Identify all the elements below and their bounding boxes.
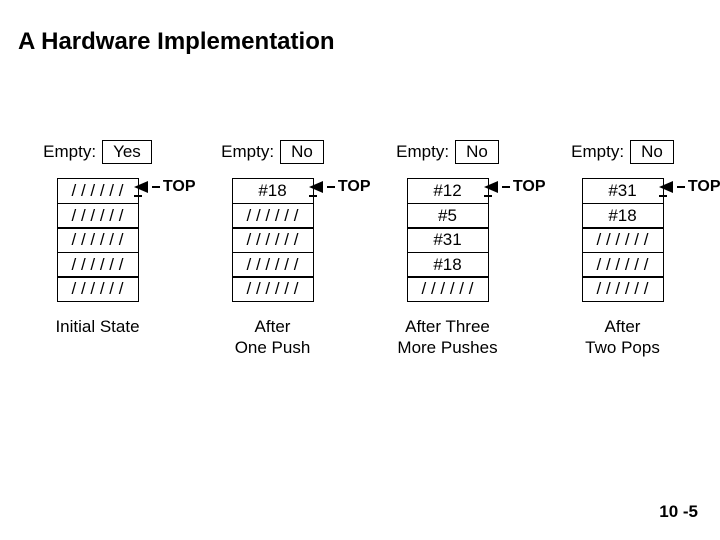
empty-label: Empty: [396, 142, 449, 162]
top-pointer: TOP [309, 178, 371, 196]
stack-cell: / / / / / / [57, 227, 139, 253]
stack-cell: #31 [582, 178, 664, 204]
empty-label: Empty: [571, 142, 624, 162]
stack-cell: / / / / / / [57, 276, 139, 302]
stack-cell: #31 [407, 227, 489, 253]
stack-cell: / / / / / / [232, 276, 314, 302]
empty-indicator: Empty: No [396, 140, 499, 164]
pointer-line [152, 186, 160, 188]
empty-label: Empty: [43, 142, 96, 162]
top-pointer: TOP [484, 178, 546, 196]
pointer-line [327, 186, 335, 188]
stack-cell: #18 [232, 178, 314, 204]
diagram-stage: Empty: Yes / / / / / / / / / / / / / / /… [0, 140, 720, 359]
pointer-line [677, 186, 685, 188]
stack-cell: / / / / / / [407, 276, 489, 302]
stack-cell: / / / / / / [57, 203, 139, 229]
empty-indicator: Empty: Yes [43, 140, 152, 164]
stack-cell: #18 [582, 203, 664, 229]
stack-cell: / / / / / / [57, 252, 139, 278]
empty-value: Yes [102, 140, 152, 164]
empty-value: No [280, 140, 324, 164]
stack-cell: / / / / / / [232, 203, 314, 229]
top-pointer: TOP [659, 178, 720, 196]
arrow-left-icon [134, 181, 148, 193]
stack-caption: After ThreeMore Pushes [397, 316, 497, 359]
top-label: TOP [688, 178, 720, 196]
stack-caption: AfterTwo Pops [585, 316, 660, 359]
empty-label: Empty: [221, 142, 274, 162]
stack-cell: #12 [407, 178, 489, 204]
page-title: A Hardware Implementation [18, 28, 335, 56]
stack-cell: #18 [407, 252, 489, 278]
slide-number: 10 -5 [659, 502, 698, 522]
stack-col-one-push: Empty: No #18 / / / / / / / / / / / / / … [189, 140, 357, 359]
stack-caption: AfterOne Push [235, 316, 311, 359]
stack-col-three-pushes: Empty: No #12 #5 #31 #18 / / / / / / TOP… [364, 140, 532, 359]
stack-cell: / / / / / / [582, 276, 664, 302]
stack-cell: / / / / / / [582, 227, 664, 253]
empty-indicator: Empty: No [221, 140, 324, 164]
pointer-line [502, 186, 510, 188]
stack-cell: / / / / / / [57, 178, 139, 204]
stack-cells: #31 #18 / / / / / / / / / / / / / / / / … [582, 178, 664, 302]
empty-value: No [455, 140, 499, 164]
stack-cell: #5 [407, 203, 489, 229]
empty-value: No [630, 140, 674, 164]
stack-cell: / / / / / / [232, 227, 314, 253]
stack-caption: Initial State [55, 316, 139, 337]
empty-indicator: Empty: No [571, 140, 674, 164]
stack-cell: / / / / / / [582, 252, 664, 278]
arrow-left-icon [659, 181, 673, 193]
top-pointer: TOP [134, 178, 196, 196]
arrow-left-icon [309, 181, 323, 193]
stack-cells: #18 / / / / / / / / / / / / / / / / / / … [232, 178, 314, 302]
arrow-left-icon [484, 181, 498, 193]
stack-col-two-pops: Empty: No #31 #18 / / / / / / / / / / / … [539, 140, 707, 359]
stack-cells: #12 #5 #31 #18 / / / / / / [407, 178, 489, 302]
stack-col-initial: Empty: Yes / / / / / / / / / / / / / / /… [14, 140, 182, 359]
stack-cell: / / / / / / [232, 252, 314, 278]
stack-cells: / / / / / / / / / / / / / / / / / / / / … [57, 178, 139, 302]
